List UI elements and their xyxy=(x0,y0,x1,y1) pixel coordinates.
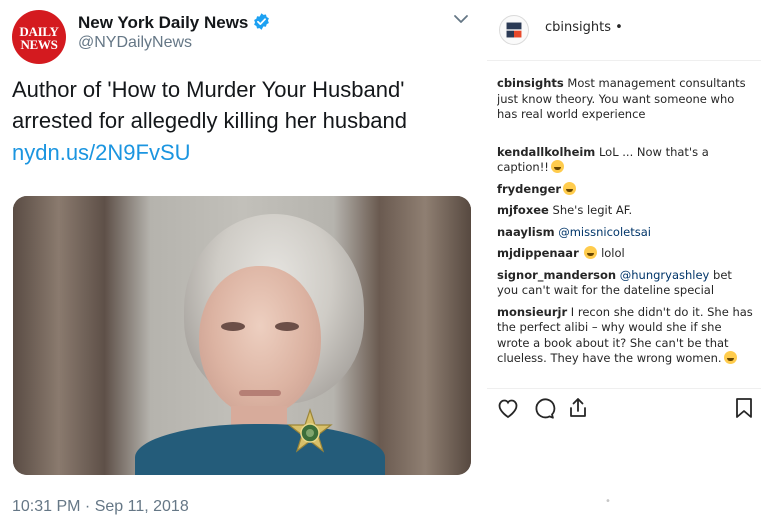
tweet-photo[interactable] xyxy=(13,196,471,475)
joy-face-emoji-icon xyxy=(723,351,737,364)
photo-right-eye xyxy=(275,322,299,331)
comment-text: lolol xyxy=(601,246,625,260)
comment-text: She's legit AF. xyxy=(552,203,633,217)
avatar[interactable]: DAILY NEWS xyxy=(12,10,66,64)
comment-item: naaylism @missnicoletsai xyxy=(497,225,755,241)
comment-username[interactable]: mjfoxee xyxy=(497,203,549,217)
post-caption: cbinsights Most management consultants j… xyxy=(497,76,755,123)
heart-icon[interactable] xyxy=(495,395,521,421)
divider xyxy=(487,388,761,389)
comment-item: signor_manderson @hungryashley bet you c… xyxy=(497,268,755,299)
joy-face-emoji-icon xyxy=(584,246,598,259)
comment-username[interactable]: cbinsights xyxy=(497,76,564,90)
comment-item: frydenger xyxy=(497,181,755,198)
user-handle[interactable]: @NYDailyNews xyxy=(78,33,192,53)
bookmark-icon[interactable] xyxy=(731,395,757,421)
comment-item: mjdippenaar lolol xyxy=(497,246,755,262)
verified-badge-icon xyxy=(254,13,270,30)
separator-dot: • xyxy=(615,20,623,35)
comment-mention[interactable]: @missnicoletsai xyxy=(558,225,651,239)
comment-item: mjfoxee She's legit AF. xyxy=(497,203,755,219)
avatar-logo-line2: NEWS xyxy=(20,37,58,52)
tweet-card: DAILY NEWS New York Daily News @NYDailyN… xyxy=(0,0,487,520)
tweet-link[interactable]: nydn.us/2N9FvSU xyxy=(12,137,191,168)
comment-username[interactable]: mjdippenaar xyxy=(497,246,579,260)
comment-username[interactable]: frydenger xyxy=(497,182,561,196)
display-name[interactable]: New York Daily News xyxy=(78,12,271,33)
comment-item: monsieurjr I recon she didn't do it. She… xyxy=(497,305,755,367)
share-icon[interactable] xyxy=(565,395,591,421)
comment-mention[interactable]: @hungryashley xyxy=(620,268,710,282)
sheriff-star-badge-icon xyxy=(287,408,333,453)
comment-username[interactable]: signor_manderson xyxy=(497,268,616,282)
post-action-bar xyxy=(487,395,761,425)
cbinsights-logo-icon[interactable] xyxy=(499,15,529,45)
comment-username[interactable]: naaylism xyxy=(497,225,555,239)
tweet-text: Author of 'How to Murder Your Husband' a… xyxy=(12,77,408,133)
chevron-down-icon[interactable] xyxy=(450,8,472,30)
comment-icon[interactable] xyxy=(531,395,557,421)
comment-username[interactable]: kendallkolheim xyxy=(497,145,595,159)
tweet-timestamp[interactable]: 10:31 PM · Sep 11, 2018 xyxy=(12,497,189,517)
instagram-post-panel: cbinsights • cbinsights Most management … xyxy=(487,0,761,520)
rofl-face-emoji-icon xyxy=(563,181,577,195)
post-header: cbinsights • xyxy=(487,0,761,61)
post-username-text[interactable]: cbinsights xyxy=(545,20,611,35)
photo-left-eye xyxy=(221,322,245,331)
laughing-face-emoji-icon xyxy=(550,160,564,173)
comment-item: kendallkolheim LoL ... Now that's a capt… xyxy=(497,145,755,176)
comment-username[interactable]: monsieurjr xyxy=(497,305,567,319)
photo-mouth xyxy=(239,390,281,396)
display-name-text[interactable]: New York Daily News xyxy=(78,13,248,32)
comments-list[interactable]: cbinsights Most management consultants j… xyxy=(497,76,755,386)
bottom-mark: • xyxy=(605,496,611,507)
post-username[interactable]: cbinsights • xyxy=(545,20,623,35)
